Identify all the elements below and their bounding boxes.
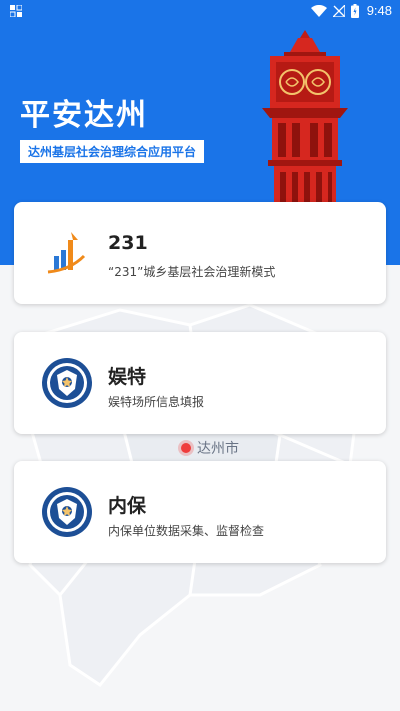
card-description: 娱特场所信息填报 xyxy=(108,395,205,409)
no-signal-icon xyxy=(332,4,345,17)
map-city-label: 达州市 xyxy=(197,441,239,457)
location-dot-icon xyxy=(181,443,191,453)
map-city-marker: 达州市 xyxy=(181,438,239,458)
card-internal-security[interactable]: 内保 内保单位数据采集、监督检查 xyxy=(14,461,386,563)
card-231[interactable]: 231 “231”城乡基层社会治理新模式 xyxy=(14,202,386,304)
app-title: 平安达州 xyxy=(20,98,148,133)
police-emblem-icon xyxy=(42,358,92,408)
card-title: 娱特 xyxy=(108,366,147,388)
card-description: 内保单位数据采集、监督检查 xyxy=(108,524,265,538)
notification-icon xyxy=(10,5,22,17)
status-bar: 9:48 xyxy=(0,0,400,24)
card-title: 231 xyxy=(108,232,148,254)
card-title: 内保 xyxy=(108,495,147,517)
clock: 9:48 xyxy=(366,3,392,18)
battery-icon xyxy=(350,3,359,18)
card-entertainment[interactable]: 娱特 娱特场所信息填报 xyxy=(14,332,386,434)
rising-bars-logo-icon xyxy=(47,232,86,274)
app-subtitle: 达州基层社会治理综合应用平台 xyxy=(20,140,205,163)
police-emblem-icon xyxy=(42,487,92,537)
wifi-icon xyxy=(310,4,327,17)
card-description: “231”城乡基层社会治理新模式 xyxy=(108,265,276,279)
